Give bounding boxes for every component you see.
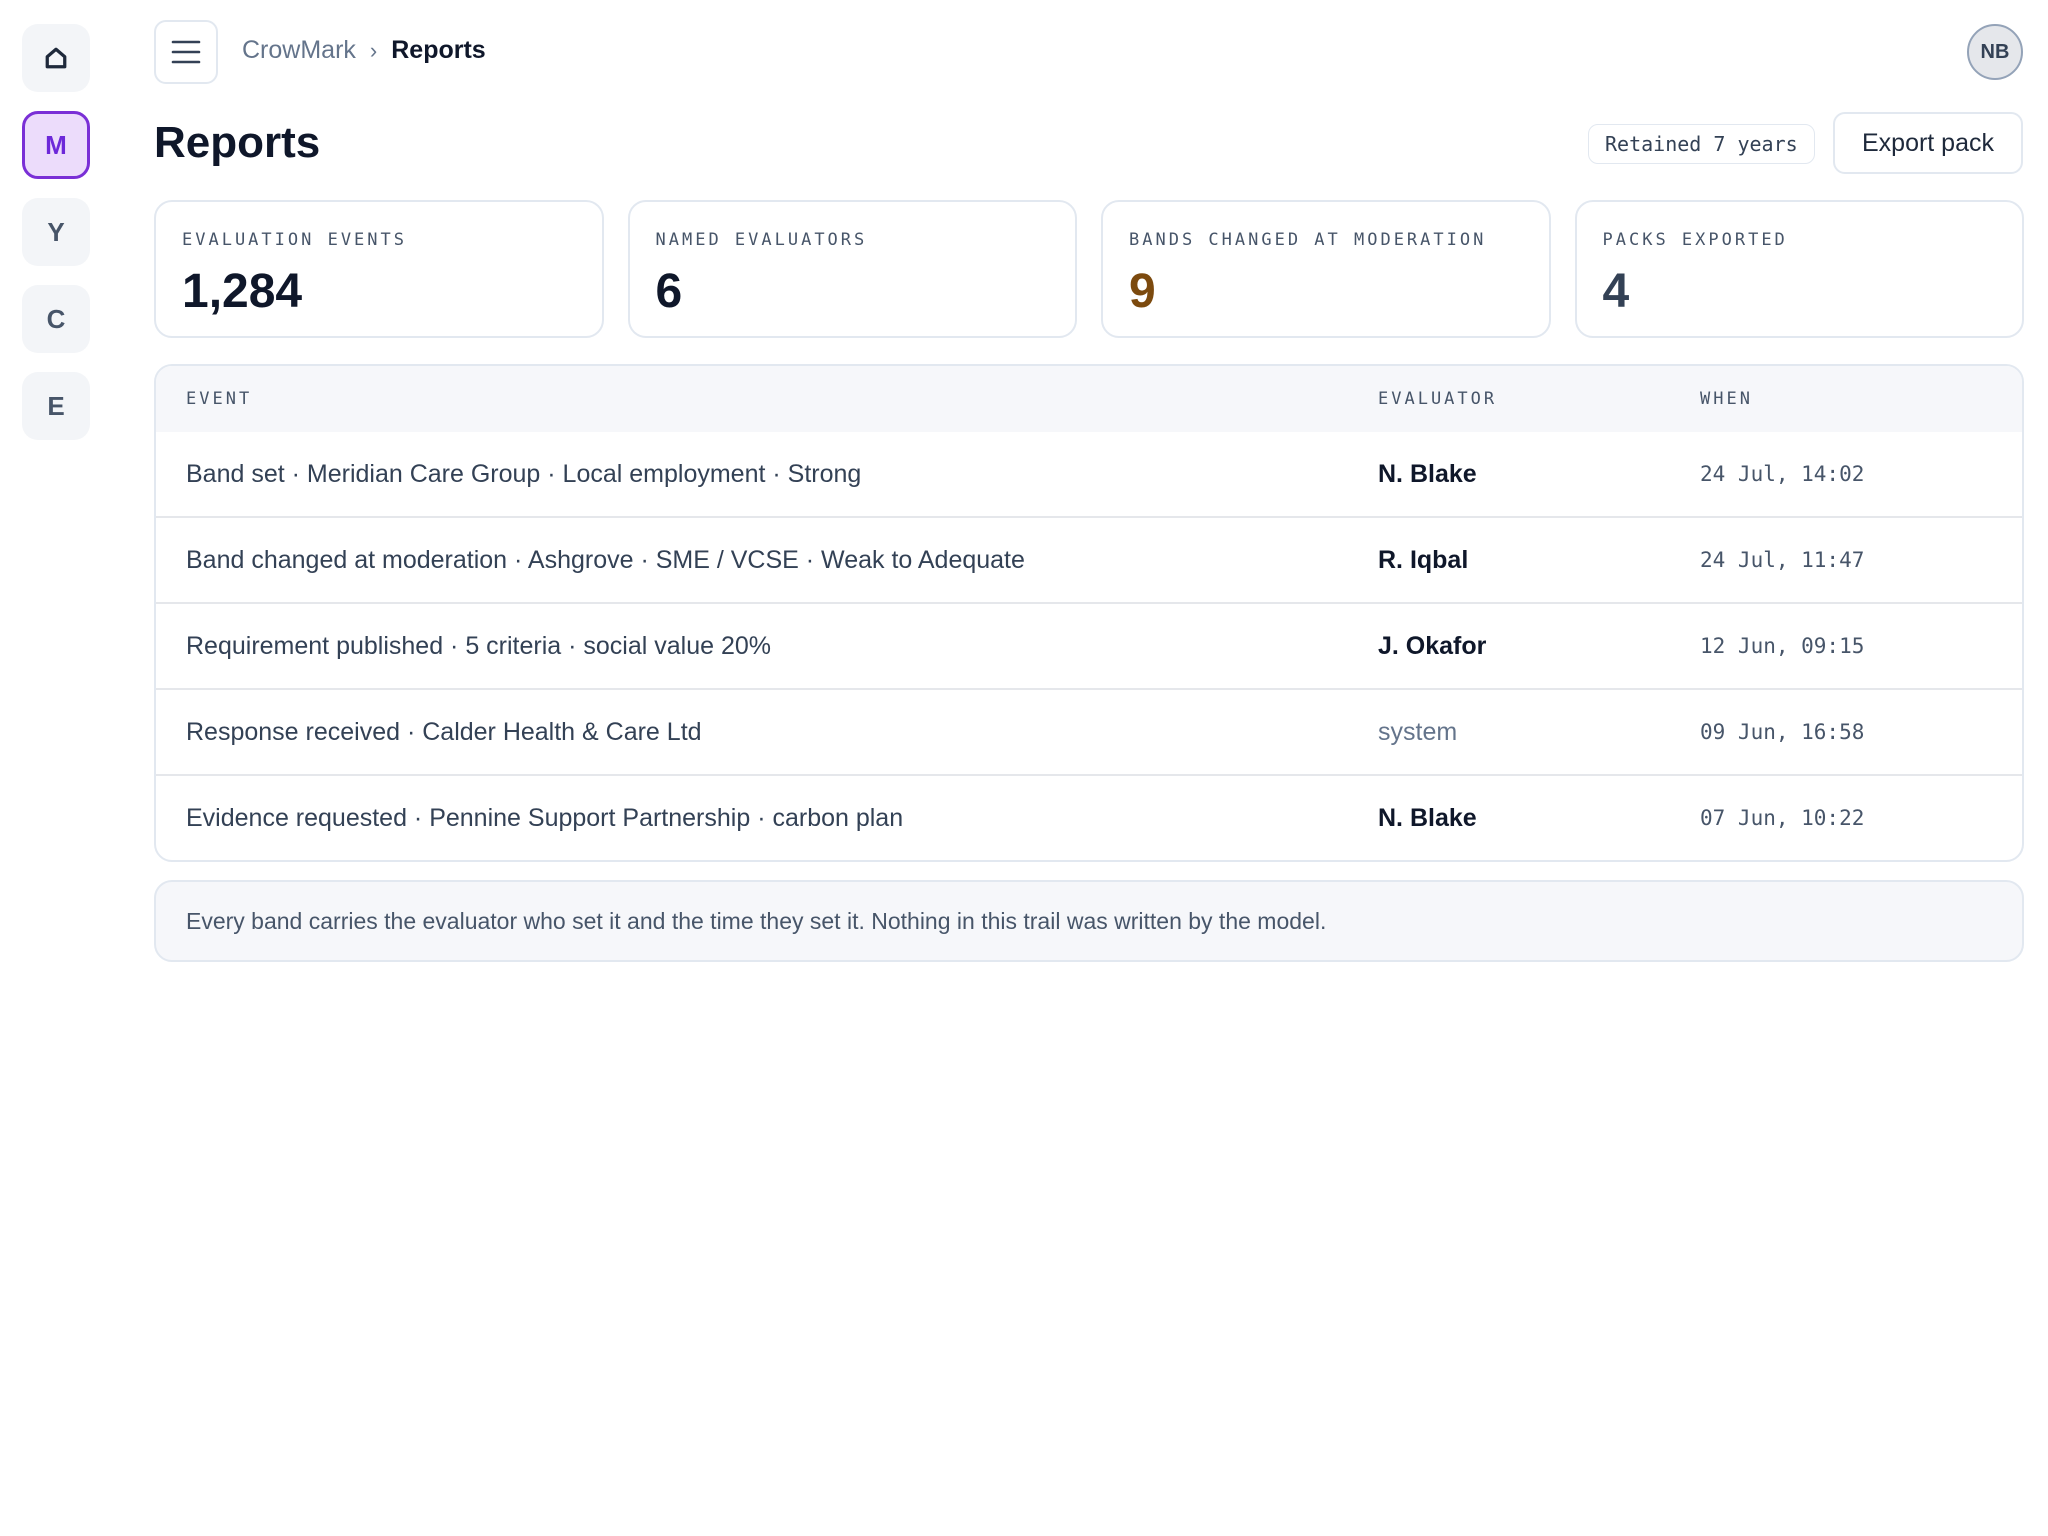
rail-item-label: C xyxy=(46,303,66,334)
stat-value: 6 xyxy=(655,265,683,318)
stats-row: EVALUATION EVENTS 1,284 NAMED EVALUATORS… xyxy=(154,200,2024,338)
stat-card-evaluation-events: EVALUATION EVENTS 1,284 xyxy=(154,200,604,338)
table-row[interactable]: Requirement published · 5 criteria · soc… xyxy=(156,602,2022,688)
stat-label: BANDS CHANGED AT MODERATION xyxy=(1129,230,1487,250)
cell-event: Requirement published · 5 criteria · soc… xyxy=(186,631,772,660)
rail-item-home[interactable] xyxy=(22,24,90,92)
breadcrumb-root[interactable]: CrowMark xyxy=(242,36,356,65)
home-icon xyxy=(45,47,67,69)
stat-value: 4 xyxy=(1602,265,1630,318)
cell-event: Evidence requested · Pennine Support Par… xyxy=(186,803,904,832)
table-row[interactable]: Band changed at moderation · Ashgrove · … xyxy=(156,516,2022,602)
audit-table: EVENT EVALUATOR WHEN Band set · Meridian… xyxy=(154,364,2024,862)
cell-when: 24 Jul, 11:47 xyxy=(1700,548,1865,572)
rail-item-c[interactable]: C xyxy=(22,285,90,353)
audit-note: Every band carries the evaluator who set… xyxy=(154,880,2024,962)
table-row[interactable]: Band set · Meridian Care Group · Local e… xyxy=(156,432,2022,516)
stat-card-bands-changed: BANDS CHANGED AT MODERATION 9 xyxy=(1101,200,1551,338)
table-body: Band set · Meridian Care Group · Local e… xyxy=(156,432,2022,860)
rail-item-label: Y xyxy=(47,216,65,247)
cell-evaluator: N. Blake xyxy=(1378,803,1477,832)
cell-evaluator: R. Iqbal xyxy=(1378,545,1469,574)
page-title: Reports xyxy=(154,118,321,167)
menu-button[interactable] xyxy=(154,20,218,84)
retention-badge: Retained 7 years xyxy=(1588,124,1815,164)
breadcrumb: CrowMark › Reports xyxy=(242,36,486,65)
stat-label: EVALUATION EVENTS xyxy=(182,230,407,250)
cell-event: Response received · Calder Health & Care… xyxy=(186,717,702,746)
rail-item-label: E xyxy=(47,390,65,421)
rail-item-y[interactable]: Y xyxy=(22,198,90,266)
breadcrumb-current: Reports xyxy=(391,36,486,64)
rail-item-e[interactable]: E xyxy=(22,372,90,440)
hamburger-icon xyxy=(171,40,201,64)
cell-when: 24 Jul, 14:02 xyxy=(1700,462,1865,486)
stat-value: 1,284 xyxy=(182,265,303,318)
stat-label: NAMED EVALUATORS xyxy=(655,230,868,250)
stat-card-packs-exported: PACKS EXPORTED 4 xyxy=(1574,200,2024,338)
cell-event: Band set · Meridian Care Group · Local e… xyxy=(186,459,862,488)
cell-when: 12 Jun, 09:15 xyxy=(1700,634,1865,658)
cell-when: 09 Jun, 16:58 xyxy=(1700,720,1865,744)
stat-card-named-evaluators: NAMED EVALUATORS 6 xyxy=(627,200,1077,338)
cell-when: 07 Jun, 10:22 xyxy=(1700,806,1865,830)
cell-evaluator: N. Blake xyxy=(1378,459,1477,488)
column-header-when: WHEN xyxy=(1700,389,1753,409)
table-row[interactable]: Response received · Calder Health & Care… xyxy=(156,688,2022,774)
cell-evaluator: system xyxy=(1378,717,1458,746)
rail-item-m[interactable]: M xyxy=(22,111,90,179)
stat-label: PACKS EXPORTED xyxy=(1602,230,1788,250)
export-pack-button[interactable]: Export pack xyxy=(1833,112,2023,174)
column-header-event: EVENT xyxy=(186,389,253,409)
rail-item-label: M xyxy=(45,129,67,160)
column-header-evaluator: EVALUATOR xyxy=(1378,389,1498,409)
stat-value: 9 xyxy=(1129,265,1156,318)
cell-evaluator: J. Okafor xyxy=(1378,631,1487,660)
avatar[interactable]: NB xyxy=(1967,24,2023,80)
chevron-right-icon: › xyxy=(369,37,378,63)
table-header: EVENT EVALUATOR WHEN xyxy=(156,366,2022,432)
table-row[interactable]: Evidence requested · Pennine Support Par… xyxy=(156,774,2022,860)
side-rail: M Y C E xyxy=(22,24,90,459)
cell-event: Band changed at moderation · Ashgrove · … xyxy=(186,545,1025,574)
